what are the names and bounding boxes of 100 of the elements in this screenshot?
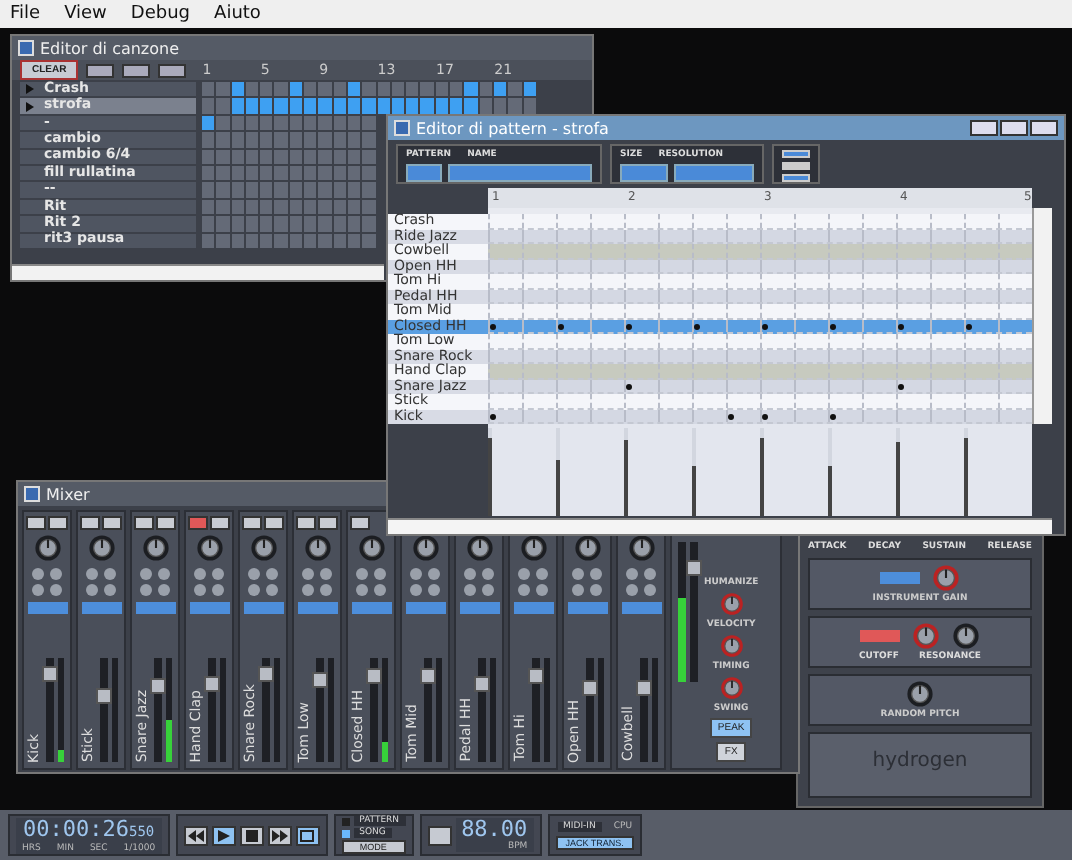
note-dot[interactable] — [830, 323, 836, 330]
resolution-display[interactable] — [674, 164, 754, 182]
cutoff-knob[interactable] — [912, 622, 940, 650]
song-cell[interactable] — [216, 115, 230, 131]
note-dot[interactable] — [830, 413, 836, 420]
close-button[interactable] — [1030, 120, 1058, 136]
song-cell[interactable] — [479, 98, 492, 114]
mute-button[interactable] — [350, 516, 370, 530]
song-cell[interactable] — [523, 82, 536, 97]
song-cell[interactable] — [464, 98, 478, 114]
toolbar-button[interactable] — [86, 63, 115, 77]
song-cell[interactable] — [202, 165, 215, 181]
pan-knob[interactable] — [303, 534, 331, 562]
song-cell[interactable] — [289, 216, 303, 232]
solo-button[interactable] — [48, 516, 68, 530]
song-cell[interactable] — [377, 82, 390, 97]
song-cell[interactable] — [318, 216, 332, 232]
pattern-name-field[interactable] — [448, 164, 592, 182]
mute-button[interactable] — [242, 516, 262, 530]
pan-knob[interactable] — [465, 534, 493, 562]
song-cell[interactable] — [362, 182, 376, 198]
song-cell[interactable] — [274, 149, 288, 164]
song-cell[interactable] — [435, 82, 449, 97]
song-cell[interactable] — [347, 199, 361, 215]
song-cell[interactable] — [274, 199, 288, 215]
pan-knob[interactable] — [573, 534, 601, 562]
song-cell[interactable] — [347, 98, 361, 114]
song-cell[interactable] — [231, 199, 244, 215]
note-dot[interactable] — [966, 323, 972, 330]
send-knobs-drawing[interactable] — [515, 566, 551, 598]
song-cell[interactable] — [333, 216, 346, 232]
song-cell[interactable] — [289, 98, 303, 114]
song-cell[interactable] — [260, 233, 273, 248]
pan-knob[interactable] — [519, 534, 547, 562]
song-cell[interactable] — [231, 98, 244, 114]
send-knobs-drawing[interactable] — [461, 566, 497, 598]
song-cell[interactable] — [245, 82, 259, 97]
song-cell[interactable] — [216, 165, 230, 181]
scrollbar[interactable] — [1032, 208, 1052, 425]
song-cell[interactable] — [289, 115, 303, 131]
song-cell[interactable] — [274, 132, 288, 148]
rewind-button[interactable] — [183, 825, 208, 845]
song-cell[interactable] — [347, 149, 361, 164]
song-cell[interactable] — [216, 98, 230, 114]
send-knobs-drawing[interactable] — [623, 566, 659, 598]
song-cell[interactable] — [333, 82, 346, 97]
scrollbar[interactable] — [388, 517, 1052, 534]
song-cell[interactable] — [274, 182, 288, 198]
bypass-button[interactable] — [860, 630, 900, 642]
song-cell[interactable] — [289, 199, 303, 215]
song-cell[interactable] — [347, 233, 361, 248]
song-cell[interactable] — [391, 82, 405, 97]
song-cell[interactable] — [450, 98, 463, 114]
solo-button[interactable] — [102, 516, 122, 530]
song-cell[interactable] — [216, 182, 230, 198]
mode-led[interactable] — [341, 829, 350, 837]
send-knobs-drawing[interactable] — [29, 566, 65, 598]
song-cell[interactable] — [318, 199, 332, 215]
pan-knob[interactable] — [195, 534, 223, 562]
note-dot[interactable] — [490, 413, 496, 420]
song-cell[interactable] — [245, 216, 259, 232]
song-cell[interactable] — [231, 233, 244, 248]
mute-button[interactable] — [188, 516, 208, 530]
song-cell[interactable] — [450, 82, 463, 97]
song-cell[interactable] — [406, 98, 419, 114]
note-dot[interactable] — [626, 323, 632, 330]
song-cell[interactable] — [479, 82, 492, 97]
song-cell[interactable] — [318, 115, 332, 131]
song-cell[interactable] — [231, 182, 244, 198]
send-knobs-drawing[interactable] — [353, 566, 389, 598]
song-cell[interactable] — [333, 233, 346, 248]
note-dot[interactable] — [728, 413, 734, 420]
song-cell[interactable] — [260, 149, 273, 164]
song-cell[interactable] — [216, 233, 230, 248]
menu-item[interactable]: Aiuto — [210, 4, 265, 24]
song-cell[interactable] — [318, 149, 332, 164]
song-cell[interactable] — [216, 82, 230, 97]
song-cell[interactable] — [274, 82, 288, 97]
song-cell[interactable] — [420, 82, 434, 97]
song-cell[interactable] — [231, 115, 244, 131]
song-cell[interactable] — [333, 182, 346, 198]
song-cell[interactable] — [377, 98, 390, 114]
song-cell[interactable] — [289, 149, 303, 164]
note-dot[interactable] — [558, 323, 564, 330]
minimize-button[interactable] — [970, 120, 998, 136]
mute-button[interactable] — [80, 516, 100, 530]
song-cell[interactable] — [304, 165, 317, 181]
song-cell[interactable] — [260, 199, 273, 215]
song-cell[interactable] — [493, 82, 507, 97]
song-cell[interactable] — [202, 82, 215, 97]
song-cell[interactable] — [420, 98, 434, 114]
song-cell[interactable] — [333, 132, 346, 148]
song-cell[interactable] — [347, 216, 361, 232]
note-dot[interactable] — [762, 413, 768, 420]
song-cell[interactable] — [202, 132, 215, 148]
song-cell[interactable] — [362, 149, 376, 164]
song-cell[interactable] — [304, 149, 317, 164]
song-cell[interactable] — [304, 98, 317, 114]
song-cell[interactable] — [304, 132, 317, 148]
song-cell[interactable] — [260, 216, 273, 232]
